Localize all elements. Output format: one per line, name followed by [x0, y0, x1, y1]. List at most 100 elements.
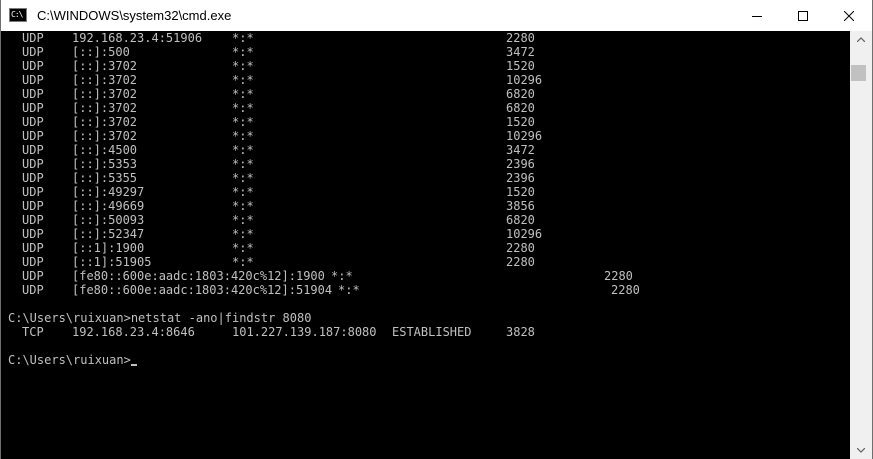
netstat-foreign-address: *:*	[232, 171, 254, 185]
netstat-local-address: [fe80::600e:aadc:1803:420c%12]:51904	[72, 283, 333, 297]
netstat-local-address: [::]:49297	[72, 185, 145, 199]
scroll-up-arrow-icon	[857, 37, 865, 42]
netstat-proto: UDP	[22, 115, 44, 129]
scroll-down-arrow-icon	[857, 448, 865, 453]
netstat-proto: UDP	[22, 255, 44, 269]
netstat-local-address: [::]:500	[72, 45, 130, 59]
scroll-thumb[interactable]	[851, 65, 866, 81]
netstat-pid: 1520	[506, 185, 535, 199]
netstat-proto: TCP	[22, 325, 44, 339]
netstat-foreign-address: *:*	[338, 283, 360, 297]
prompt-line: C:\Users\ruixuan>	[8, 353, 131, 367]
netstat-proto: UDP	[22, 199, 44, 213]
netstat-proto: UDP	[22, 283, 44, 297]
netstat-foreign-address: *:*	[232, 241, 254, 255]
netstat-foreign-address: *:*	[232, 199, 254, 213]
cmd-icon[interactable]: C:\	[9, 8, 27, 22]
netstat-pid: 10296	[506, 73, 543, 87]
netstat-pid: 3472	[506, 143, 535, 157]
netstat-proto: UDP	[22, 59, 44, 73]
netstat-local-address: [::]:4500	[72, 143, 138, 157]
netstat-local-address: [::]:50093	[72, 213, 145, 227]
netstat-pid: 2280	[506, 255, 535, 269]
netstat-foreign-address: *:*	[232, 59, 254, 73]
close-icon	[844, 10, 854, 21]
netstat-foreign-address: *:*	[232, 101, 254, 115]
netstat-foreign-address: *:*	[232, 129, 254, 143]
netstat-foreign-address: *:*	[232, 73, 254, 87]
netstat-foreign-address: 101.227.139.187:8080	[232, 325, 377, 339]
netstat-pid: 6820	[506, 87, 535, 101]
netstat-foreign-address: *:*	[232, 45, 254, 59]
netstat-pid: 10296	[506, 129, 543, 143]
netstat-pid: 2396	[506, 157, 535, 171]
netstat-proto: UDP	[22, 31, 44, 45]
netstat-pid: 1520	[506, 59, 535, 73]
cmd-icon-text: C:\	[11, 10, 23, 19]
netstat-proto: UDP	[22, 73, 44, 87]
netstat-local-address: [::]:3702	[72, 59, 138, 73]
text-cursor	[130, 364, 137, 366]
netstat-foreign-address: *:*	[232, 157, 254, 171]
maximize-icon	[798, 10, 808, 21]
netstat-local-address: [::]:5355	[72, 171, 138, 185]
netstat-proto: UDP	[22, 185, 44, 199]
netstat-foreign-address: *:*	[331, 269, 353, 283]
netstat-foreign-address: *:*	[232, 31, 254, 45]
netstat-local-address: [::]:52347	[72, 227, 145, 241]
scroll-down-button[interactable]	[850, 442, 872, 459]
console-output[interactable]: UDP 192.168.23.4:51906 *:* 2280 UDP [::]:500 *…	[1, 31, 850, 459]
minimize-button[interactable]	[734, 0, 780, 31]
command-line: C:\Users\ruixuan>netstat -ano|findstr 80…	[8, 311, 312, 325]
netstat-foreign-address: *:*	[232, 255, 254, 269]
netstat-pid: 6820	[506, 101, 535, 115]
close-button[interactable]	[826, 0, 872, 31]
netstat-pid: 2280	[604, 269, 633, 283]
cmd-window: C:\ C:\WINDOWS\system32\cmd.exe UDP 192.1…	[0, 0, 873, 459]
netstat-proto: UDP	[22, 213, 44, 227]
netstat-local-address: [fe80::600e:aadc:1803:420c%12]:1900	[72, 269, 325, 283]
netstat-proto: UDP	[22, 241, 44, 255]
netstat-proto: UDP	[22, 227, 44, 241]
netstat-pid: 6820	[506, 213, 535, 227]
netstat-pid: 3856	[506, 199, 535, 213]
netstat-pid: 2280	[611, 283, 640, 297]
netstat-pid: 2280	[506, 31, 535, 45]
netstat-foreign-address: *:*	[232, 227, 254, 241]
netstat-proto: UDP	[22, 129, 44, 143]
netstat-proto: UDP	[22, 157, 44, 171]
window-title: C:\WINDOWS\system32\cmd.exe	[37, 8, 232, 23]
netstat-proto: UDP	[22, 45, 44, 59]
netstat-pid: 3472	[506, 45, 535, 59]
netstat-local-address: [::]:5353	[72, 157, 138, 171]
minimize-icon	[752, 15, 762, 17]
netstat-local-address: [::]:3702	[72, 73, 138, 87]
netstat-foreign-address: *:*	[232, 143, 254, 157]
netstat-state: ESTABLISHED	[392, 325, 472, 339]
netstat-foreign-address: *:*	[232, 115, 254, 129]
netstat-pid: 2396	[506, 171, 535, 185]
netstat-proto: UDP	[22, 87, 44, 101]
netstat-local-address: [::]:3702	[72, 129, 138, 143]
netstat-pid: 10296	[506, 227, 543, 241]
scroll-up-button[interactable]	[850, 31, 872, 48]
netstat-pid: 3828	[506, 325, 535, 339]
netstat-local-address: [::1]:1900	[72, 241, 145, 255]
netstat-local-address: [::1]:51905	[72, 255, 152, 269]
netstat-local-address: 192.168.23.4:51906	[72, 31, 203, 45]
netstat-foreign-address: *:*	[232, 185, 254, 199]
netstat-local-address: [::]:3702	[72, 87, 138, 101]
netstat-foreign-address: *:*	[232, 213, 254, 227]
maximize-button[interactable]	[780, 0, 826, 31]
netstat-proto: UDP	[22, 269, 44, 283]
netstat-proto: UDP	[22, 143, 44, 157]
title-bar[interactable]: C:\ C:\WINDOWS\system32\cmd.exe	[1, 0, 872, 31]
netstat-local-address: [::]:49669	[72, 199, 145, 213]
netstat-foreign-address: *:*	[232, 87, 254, 101]
netstat-pid: 1520	[506, 115, 535, 129]
netstat-pid: 2280	[506, 241, 535, 255]
netstat-local-address: 192.168.23.4:8646	[72, 325, 195, 339]
netstat-local-address: [::]:3702	[72, 101, 138, 115]
netstat-proto: UDP	[22, 101, 44, 115]
vertical-scrollbar[interactable]	[850, 31, 872, 459]
